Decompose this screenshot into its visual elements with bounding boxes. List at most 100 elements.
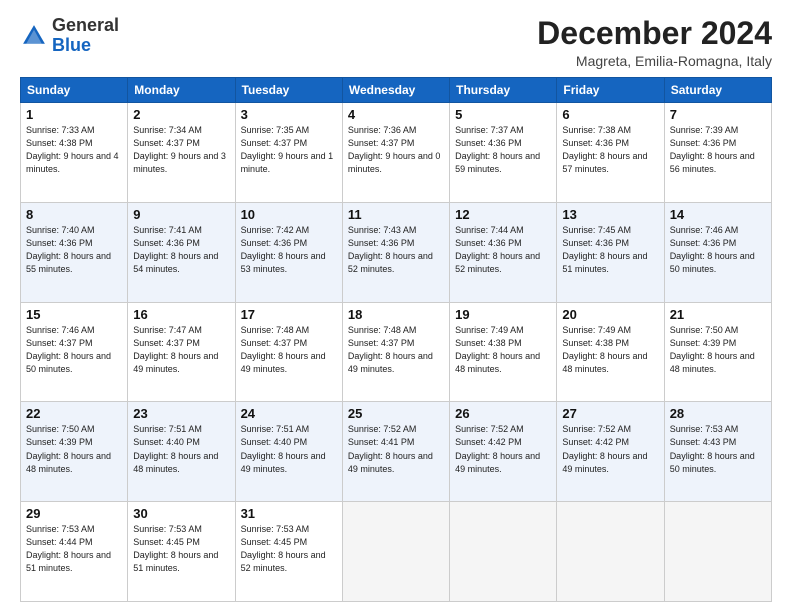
day-detail: Sunrise: 7:50 AMSunset: 4:39 PMDaylight:… [670,324,766,376]
day-detail: Sunrise: 7:52 AMSunset: 4:42 PMDaylight:… [455,423,551,475]
calendar-cell: 3 Sunrise: 7:35 AMSunset: 4:37 PMDaylight… [235,103,342,203]
header-thursday: Thursday [450,78,557,103]
day-number: 13 [562,207,658,222]
day-detail: Sunrise: 7:51 AMSunset: 4:40 PMDaylight:… [133,423,229,475]
calendar-cell: 17Sunrise: 7:48 AMSunset: 4:37 PMDayligh… [235,302,342,402]
day-detail: Sunrise: 7:50 AMSunset: 4:39 PMDaylight:… [26,423,122,475]
day-number: 5 [455,107,551,122]
day-number: 2 [133,107,229,122]
day-number: 3 [241,107,337,122]
day-detail: Sunrise: 7:49 AMSunset: 4:38 PMDaylight:… [455,324,551,376]
day-detail: Sunrise: 7:45 AMSunset: 4:36 PMDaylight:… [562,224,658,276]
day-detail: Sunrise: 7:42 AMSunset: 4:36 PMDaylight:… [241,224,337,276]
header-monday: Monday [128,78,235,103]
day-detail: Sunrise: 7:38 AMSunset: 4:36 PMDaylight:… [562,124,658,176]
day-number: 27 [562,406,658,421]
day-number: 6 [562,107,658,122]
calendar-cell: 15Sunrise: 7:46 AMSunset: 4:37 PMDayligh… [21,302,128,402]
header: General Blue December 2024 Magreta, Emil… [20,16,772,69]
calendar-cell: 30 Sunrise: 7:53 AMSunset: 4:45 PMDayligh… [128,502,235,602]
calendar-week-row: 1Sunrise: 7:33 AMSunset: 4:38 PMDaylight… [21,103,772,203]
calendar-cell [557,502,664,602]
day-detail: Sunrise: 7:53 AMSunset: 4:44 PMDaylight:… [26,523,122,575]
day-detail: Sunrise: 7:34 AMSunset: 4:37 PMDaylight:… [133,124,229,176]
day-detail: Sunrise: 7:46 AMSunset: 4:37 PMDaylight:… [26,324,122,376]
day-detail: Sunrise: 7:53 AMSunset: 4:45 PMDaylight:… [133,523,229,575]
header-wednesday: Wednesday [342,78,449,103]
calendar-cell: 31 Sunrise: 7:53 AMSunset: 4:45 PMDayligh… [235,502,342,602]
day-number: 31 [241,506,337,521]
header-sunday: Sunday [21,78,128,103]
day-detail: Sunrise: 7:53 AMSunset: 4:45 PMDaylight:… [241,523,337,575]
day-number: 8 [26,207,122,222]
day-number: 10 [241,207,337,222]
header-friday: Friday [557,78,664,103]
day-number: 11 [348,207,444,222]
day-number: 20 [562,307,658,322]
day-detail: Sunrise: 7:40 AMSunset: 4:36 PMDaylight:… [26,224,122,276]
day-number: 4 [348,107,444,122]
day-detail: Sunrise: 7:48 AMSunset: 4:37 PMDaylight:… [241,324,337,376]
calendar-cell: 23 Sunrise: 7:51 AMSunset: 4:40 PMDayligh… [128,402,235,502]
calendar-cell: 18 Sunrise: 7:48 AMSunset: 4:37 PMDayligh… [342,302,449,402]
day-number: 23 [133,406,229,421]
calendar-cell: 12 Sunrise: 7:44 AMSunset: 4:36 PMDayligh… [450,202,557,302]
day-detail: Sunrise: 7:43 AMSunset: 4:36 PMDaylight:… [348,224,444,276]
day-detail: Sunrise: 7:36 AMSunset: 4:37 PMDaylight:… [348,124,444,176]
day-number: 26 [455,406,551,421]
calendar-week-row: 29 Sunrise: 7:53 AMSunset: 4:44 PMDayligh… [21,502,772,602]
calendar-cell: 29 Sunrise: 7:53 AMSunset: 4:44 PMDayligh… [21,502,128,602]
calendar-cell: 10 Sunrise: 7:42 AMSunset: 4:36 PMDayligh… [235,202,342,302]
day-detail: Sunrise: 7:46 AMSunset: 4:36 PMDaylight:… [670,224,766,276]
day-number: 25 [348,406,444,421]
header-tuesday: Tuesday [235,78,342,103]
calendar-cell: 9 Sunrise: 7:41 AMSunset: 4:36 PMDaylight… [128,202,235,302]
day-number: 24 [241,406,337,421]
day-number: 21 [670,307,766,322]
calendar-cell: 26 Sunrise: 7:52 AMSunset: 4:42 PMDayligh… [450,402,557,502]
day-number: 29 [26,506,122,521]
calendar-cell: 21 Sunrise: 7:50 AMSunset: 4:39 PMDayligh… [664,302,771,402]
calendar-week-row: 8 Sunrise: 7:40 AMSunset: 4:36 PMDaylight… [21,202,772,302]
logo-general: General [52,15,119,35]
day-detail: Sunrise: 7:41 AMSunset: 4:36 PMDaylight:… [133,224,229,276]
calendar-cell [450,502,557,602]
calendar-subtitle: Magreta, Emilia-Romagna, Italy [537,53,772,69]
calendar-cell: 1Sunrise: 7:33 AMSunset: 4:38 PMDaylight… [21,103,128,203]
calendar-cell: 6 Sunrise: 7:38 AMSunset: 4:36 PMDaylight… [557,103,664,203]
day-number: 1 [26,107,122,122]
day-number: 12 [455,207,551,222]
calendar-cell: 25 Sunrise: 7:52 AMSunset: 4:41 PMDayligh… [342,402,449,502]
day-detail: Sunrise: 7:53 AMSunset: 4:43 PMDaylight:… [670,423,766,475]
day-number: 18 [348,307,444,322]
day-detail: Sunrise: 7:52 AMSunset: 4:41 PMDaylight:… [348,423,444,475]
day-number: 19 [455,307,551,322]
calendar-cell: 5Sunrise: 7:37 AMSunset: 4:36 PMDaylight… [450,103,557,203]
calendar-cell: 2 Sunrise: 7:34 AMSunset: 4:37 PMDaylight… [128,103,235,203]
page: General Blue December 2024 Magreta, Emil… [0,0,792,612]
day-number: 14 [670,207,766,222]
day-number: 9 [133,207,229,222]
day-detail: Sunrise: 7:48 AMSunset: 4:37 PMDaylight:… [348,324,444,376]
day-number: 16 [133,307,229,322]
logo: General Blue [20,16,119,56]
calendar-cell: 7Sunrise: 7:39 AMSunset: 4:36 PMDaylight… [664,103,771,203]
calendar-cell: 19 Sunrise: 7:49 AMSunset: 4:38 PMDayligh… [450,302,557,402]
calendar-cell: 14 Sunrise: 7:46 AMSunset: 4:36 PMDayligh… [664,202,771,302]
calendar-cell: 27Sunrise: 7:52 AMSunset: 4:42 PMDayligh… [557,402,664,502]
calendar-cell: 13 Sunrise: 7:45 AMSunset: 4:36 PMDayligh… [557,202,664,302]
logo-blue: Blue [52,35,91,55]
calendar-cell [664,502,771,602]
calendar-table: Sunday Monday Tuesday Wednesday Thursday… [20,77,772,602]
day-detail: Sunrise: 7:49 AMSunset: 4:38 PMDaylight:… [562,324,658,376]
day-number: 30 [133,506,229,521]
day-detail: Sunrise: 7:47 AMSunset: 4:37 PMDaylight:… [133,324,229,376]
calendar-cell: 24Sunrise: 7:51 AMSunset: 4:40 PMDayligh… [235,402,342,502]
calendar-cell: 22 Sunrise: 7:50 AMSunset: 4:39 PMDayligh… [21,402,128,502]
logo-text: General Blue [52,16,119,56]
day-number: 22 [26,406,122,421]
day-detail: Sunrise: 7:35 AMSunset: 4:37 PMDaylight:… [241,124,337,176]
logo-icon [20,22,48,50]
calendar-cell: 4 Sunrise: 7:36 AMSunset: 4:37 PMDaylight… [342,103,449,203]
day-detail: Sunrise: 7:44 AMSunset: 4:36 PMDaylight:… [455,224,551,276]
